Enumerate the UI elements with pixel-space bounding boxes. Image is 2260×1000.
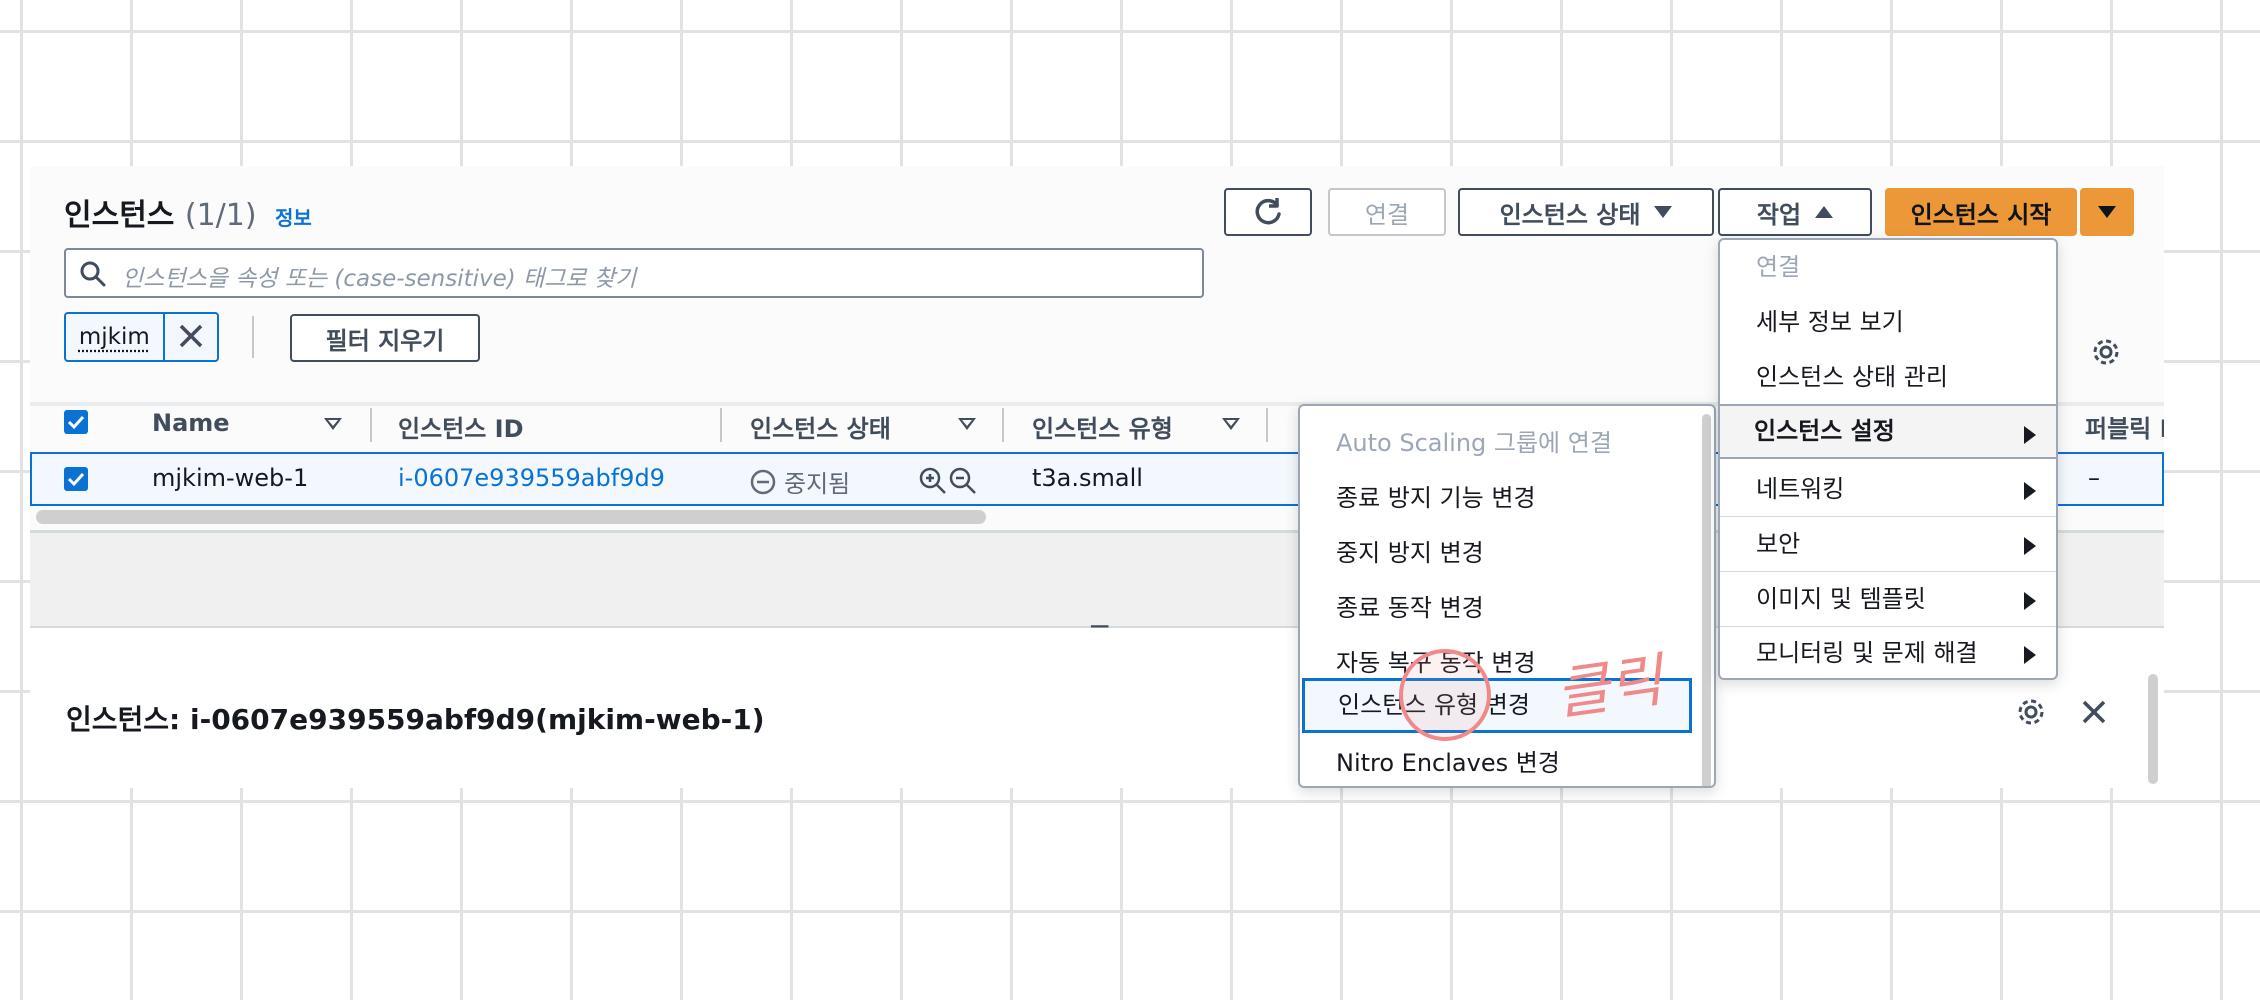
submenu-arrow-icon: [2024, 537, 2036, 555]
search-input[interactable]: 인스턴스을 속성 또는 (case-sensitive) 태그로 찾기: [64, 248, 1204, 298]
title-text: 인스턴스: [64, 198, 175, 233]
menu-item-images-templates[interactable]: 이미지 및 템플릿: [1720, 572, 2056, 627]
sort-icon[interactable]: [958, 418, 976, 430]
search-placeholder: 인스턴스을 속성 또는 (case-sensitive) 태그로 찾기: [122, 266, 637, 292]
cell-instance-state: 중지됨: [750, 464, 850, 499]
column-separator[interactable]: [370, 408, 372, 442]
click-highlight-circle: [1399, 649, 1491, 741]
submenu-arrow-icon: [2024, 592, 2036, 610]
cell-name: mjkim-web-1: [152, 464, 309, 492]
menu-item-networking[interactable]: 네트워킹: [1720, 462, 2056, 517]
check-icon: [67, 472, 85, 487]
gear-icon[interactable]: [2015, 696, 2047, 728]
submenu-arrow-icon: [2024, 426, 2036, 444]
info-link[interactable]: 정보: [275, 206, 312, 230]
column-header-instance-state[interactable]: 인스턴스 상태: [750, 409, 891, 444]
horizontal-scrollbar[interactable]: [36, 510, 986, 524]
select-all-checkbox[interactable]: [64, 410, 88, 434]
row-checkbox[interactable]: [64, 467, 88, 491]
column-separator[interactable]: [1266, 408, 1268, 442]
menu-item-instance-settings[interactable]: 인스턴스 설정: [1718, 404, 2058, 459]
clear-filters-button[interactable]: 필터 지우기: [290, 314, 480, 362]
column-header-public-ip[interactable]: 퍼블릭 I: [2085, 409, 2164, 444]
menu-item-termination-protection[interactable]: 종료 방지 기능 변경: [1300, 471, 1714, 526]
caret-up-icon: [1815, 206, 1834, 218]
cell-public-ip: –: [2088, 464, 2100, 492]
details-title: 인스턴스: i-0607e939559abf9d9(mjkim-web-1): [66, 703, 765, 736]
page-title: 인스턴스 (1/1) 정보: [64, 190, 312, 234]
actions-button[interactable]: 작업: [1718, 188, 1872, 236]
instance-id-link[interactable]: i-0607e939559abf9d9: [398, 464, 665, 492]
instance-state-button[interactable]: 인스턴스 상태: [1458, 188, 1714, 236]
remove-filter-button[interactable]: [162, 314, 217, 360]
menu-item-manage-state[interactable]: 인스턴스 상태 관리: [1720, 350, 2056, 405]
actions-label: 작업: [1756, 200, 1802, 229]
menu-item-instance-settings-label: 인스턴스 설정: [1754, 417, 1895, 445]
check-icon: [67, 415, 85, 430]
menu-item-security-label: 보안: [1756, 530, 1801, 558]
stopped-status-icon: [750, 469, 776, 494]
refresh-button[interactable]: [1224, 188, 1312, 236]
menu-item-images-templates-label: 이미지 및 템플릿: [1756, 585, 1926, 613]
menu-item-monitoring[interactable]: 모니터링 및 문제 해결: [1720, 626, 2056, 681]
instance-count: (1/1): [184, 198, 257, 233]
menu-item-security[interactable]: 보안: [1720, 517, 2056, 572]
launch-instances-button[interactable]: 인스턴스 시작: [1885, 188, 2077, 236]
launch-dropdown-button[interactable]: [2080, 188, 2134, 236]
menu-item-networking-label: 네트워킹: [1756, 475, 1845, 503]
vertical-scrollbar[interactable]: [2148, 674, 2158, 784]
menu-item-connect-asg[interactable]: Auto Scaling 그룹에 연결: [1300, 416, 1714, 471]
menu-item-connect[interactable]: 연결: [1720, 240, 2056, 295]
sort-icon[interactable]: [324, 418, 342, 430]
menu-item-shutdown-behavior[interactable]: 종료 동작 변경: [1300, 581, 1714, 636]
column-separator[interactable]: [720, 408, 722, 442]
zoom-in-icon[interactable]: [918, 466, 948, 496]
instance-settings-submenu: Auto Scaling 그룹에 연결 종료 방지 기능 변경 중지 방지 변경…: [1298, 404, 1716, 788]
filter-token-label: mjkim: [78, 324, 150, 350]
column-header-name[interactable]: Name: [152, 409, 230, 437]
connect-button[interactable]: 연결: [1328, 188, 1446, 236]
submenu-arrow-icon: [2024, 646, 2036, 664]
menu-item-view-details[interactable]: 세부 정보 보기: [1720, 295, 2056, 350]
sort-icon[interactable]: [1222, 418, 1240, 430]
search-icon: [80, 261, 106, 287]
cell-instance-type: t3a.small: [1032, 464, 1143, 492]
column-separator[interactable]: [1002, 408, 1004, 442]
menu-item-stop-protection[interactable]: 중지 방지 변경: [1300, 526, 1714, 581]
submenu-scrollbar[interactable]: [1702, 414, 1711, 786]
actions-dropdown-menu: 연결 세부 정보 보기 인스턴스 상태 관리 인스턴스 설정 네트워킹 보안 이…: [1718, 238, 2058, 680]
close-icon[interactable]: [2080, 698, 2108, 726]
submenu-arrow-icon: [2024, 482, 2036, 500]
refresh-icon: [1255, 198, 1281, 225]
instance-state-label: 인스턴스 상태: [1499, 200, 1641, 229]
caret-down-icon: [2098, 206, 2116, 218]
filter-token: mjkim: [64, 312, 219, 362]
column-header-instance-id[interactable]: 인스턴스 ID: [398, 409, 524, 444]
click-annotation: 클릭: [1551, 645, 1667, 729]
close-icon: [179, 324, 202, 348]
instance-state-text: 중지됨: [784, 470, 851, 498]
column-header-instance-type[interactable]: 인스턴스 유형: [1032, 409, 1173, 444]
caret-down-icon: [1654, 206, 1673, 218]
menu-item-nitro-enclaves[interactable]: Nitro Enclaves 변경: [1300, 736, 1714, 786]
menu-item-monitoring-label: 모니터링 및 문제 해결: [1756, 639, 1978, 667]
gear-icon[interactable]: [2090, 336, 2122, 368]
filter-divider: [252, 316, 254, 358]
zoom-out-icon[interactable]: [948, 466, 978, 496]
